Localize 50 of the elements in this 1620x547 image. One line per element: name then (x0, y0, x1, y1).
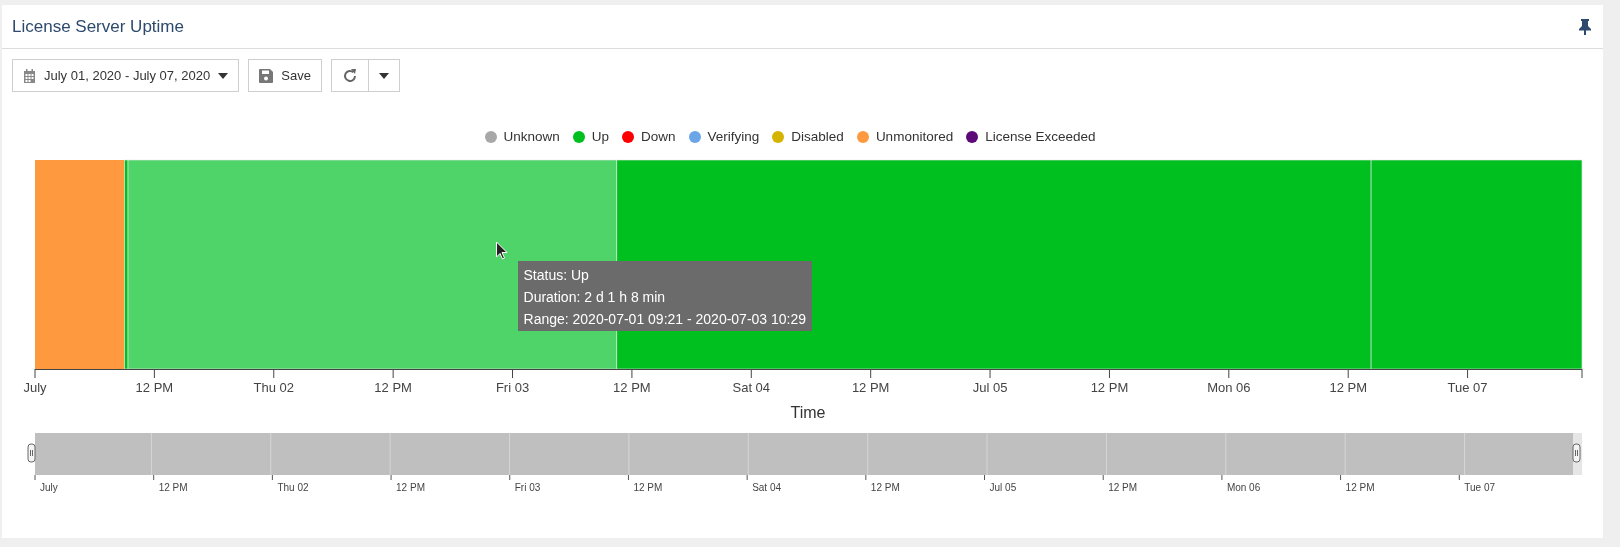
refresh-icon (341, 67, 358, 84)
navigator-label: 12 PM (1345, 482, 1375, 493)
axis-label: Jul 05 (972, 380, 1008, 395)
axis-label: July (23, 380, 47, 395)
axis-label: Tue 07 (1447, 380, 1488, 395)
tooltip-line: Range: 2020-07-01 09:21 - 2020-07-03 10:29 (523, 310, 807, 328)
navigator-label: Tue 07 (1464, 482, 1496, 493)
axis-label: 12 PM (613, 380, 651, 395)
axis-label: 12 PM (135, 380, 174, 395)
navigator-label: July (40, 482, 58, 493)
navigator-label: 12 PM (633, 482, 663, 493)
save-button[interactable]: Save (248, 59, 322, 92)
panel-title: License Server Uptime (12, 16, 184, 37)
cursor-icon (496, 241, 508, 260)
navigator-label: 12 PM (1108, 482, 1138, 493)
navigator-label: Sat 04 (752, 482, 782, 493)
axis-label: Mon 06 (1207, 380, 1251, 395)
refresh-options-button[interactable] (368, 59, 400, 92)
caret-icon (218, 72, 229, 79)
legend-item[interactable]: Verifying (688, 129, 760, 144)
navigator-label: 12 PM (870, 482, 900, 493)
legend-item[interactable]: License Exceeded (966, 129, 1096, 144)
navigator-label: Mon 06 (1226, 482, 1261, 493)
navigator-handle[interactable] (1572, 443, 1581, 463)
navigator-handle[interactable] (27, 443, 36, 463)
navigator-label: 12 PM (158, 482, 188, 493)
navigator-label: Thu 02 (277, 482, 309, 493)
axis-label: Fri 03 (495, 380, 530, 395)
navigator-label: Fri 03 (514, 482, 541, 493)
legend-item[interactable]: Disabled (772, 129, 844, 144)
pin-icon[interactable] (1579, 18, 1591, 35)
axis-label: Thu 02 (253, 380, 294, 395)
navigator-label: Jul 05 (989, 482, 1017, 493)
axis-label: 12 PM (851, 380, 890, 395)
tooltip-line: Duration: 2 d 1 h 8 min (523, 288, 667, 306)
axis-label: 12 PM (374, 380, 412, 395)
legend-item[interactable]: Up (572, 129, 610, 144)
axis-label: Sat 04 (732, 380, 771, 395)
caret-icon (378, 72, 389, 79)
legend-item[interactable]: Unknown (484, 129, 560, 144)
refresh-button[interactable] (330, 59, 369, 92)
axis-label: 12 PM (1090, 380, 1129, 395)
navigator-label: 12 PM (396, 482, 425, 493)
axis-title: Time (790, 404, 826, 421)
calendar-icon (23, 68, 36, 83)
tooltip-line: Status: Up (523, 266, 590, 284)
axis-label: 12 PM (1329, 380, 1367, 395)
legend-item[interactable]: Unmonitored (856, 129, 954, 144)
date-range-dropdown[interactable]: July 01, 2020 - July 07, 2020 (12, 59, 240, 92)
legend-item[interactable]: Down (622, 129, 676, 144)
